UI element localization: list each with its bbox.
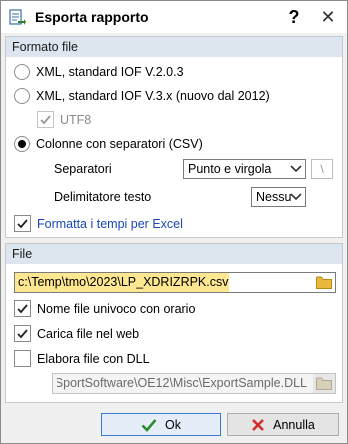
upload-web-checkbox-row[interactable]: Carica file nel web — [14, 325, 139, 342]
title-bar: Esporta rapporto ? ✕ — [1, 1, 347, 33]
utf8-checkbox-row: UTF8 — [37, 111, 91, 128]
radio-csv[interactable]: Colonne con separatori (CSV) — [14, 136, 203, 152]
check-icon — [17, 329, 28, 339]
utf8-label: UTF8 — [60, 112, 92, 127]
excel-times-checkbox-row[interactable]: Formatta i tempi per Excel — [14, 215, 183, 232]
upload-web-checkbox[interactable] — [14, 325, 31, 342]
text-delimiter-select[interactable]: Nessu — [251, 187, 306, 207]
chevron-down-icon — [287, 160, 305, 178]
ok-button[interactable]: Ok — [101, 413, 221, 436]
file-path-value: c:\Temp\tmo\2023\LP_XDRIZRPK.csv — [15, 273, 229, 292]
unique-name-label: Nome file univoco con orario — [37, 301, 196, 316]
separators-select[interactable]: Punto e virgola — [183, 159, 306, 179]
radio-xml-v2-label: XML, standard IOF V.2.0.3 — [36, 65, 184, 79]
file-path-input[interactable]: c:\Temp\tmo\2023\LP_XDRIZRPK.csv — [14, 272, 336, 293]
dll-path-text: )\SportSoftware\OE12\Misc\ExportSample.D… — [57, 376, 307, 390]
radio-xml-v3[interactable]: XML, standard IOF V.3.x (nuovo dal 2012) — [14, 88, 270, 104]
radio-xml-v3-label: XML, standard IOF V.3.x (nuovo dal 2012) — [36, 89, 270, 103]
unique-name-checkbox[interactable] — [14, 300, 31, 317]
unique-name-checkbox-row[interactable]: Nome file univoco con orario — [14, 300, 195, 317]
process-dll-checkbox-row[interactable]: Elabora file con DLL — [14, 350, 150, 367]
check-icon — [17, 304, 28, 314]
help-button[interactable]: ? — [280, 5, 308, 29]
custom-separator-input[interactable]: \ — [311, 159, 333, 179]
dll-path-value: )\SportSoftware\OE12\Misc\ExportSample.D… — [57, 374, 307, 393]
check-icon — [40, 115, 51, 125]
dll-path-input: )\SportSoftware\OE12\Misc\ExportSample.D… — [52, 373, 336, 394]
radio-csv-label: Colonne con separatori (CSV) — [36, 137, 203, 151]
ok-label: Ok — [165, 417, 181, 432]
radio-button[interactable] — [14, 88, 30, 104]
chevron-down-icon — [287, 188, 305, 206]
folder-icon — [313, 374, 335, 393]
radio-button[interactable] — [14, 64, 30, 80]
text-delimiter-label: Delimitatore testo — [54, 190, 152, 204]
upload-web-label: Carica file nel web — [37, 326, 140, 341]
check-icon — [17, 219, 28, 229]
radio-xml-v2[interactable]: XML, standard IOF V.2.0.3 — [14, 64, 184, 80]
cancel-label: Annulla — [273, 417, 315, 432]
report-icon — [9, 9, 26, 25]
utf8-checkbox — [37, 111, 54, 128]
excel-times-label: Formatta i tempi per Excel — [37, 216, 183, 231]
process-dll-label: Elabora file con DLL — [37, 351, 150, 366]
process-dll-checkbox[interactable] — [14, 350, 31, 367]
cancel-button[interactable]: Annulla — [227, 413, 339, 436]
dialog-title: Esporta rapporto — [35, 9, 149, 25]
close-icon — [252, 418, 265, 431]
folder-icon[interactable] — [313, 273, 335, 292]
close-button[interactable]: ✕ — [314, 5, 342, 29]
separators-value: Punto e virgola — [188, 162, 272, 176]
file-panel-header: File — [6, 244, 342, 264]
export-report-dialog: Esporta rapporto ? ✕ Formato file XML, s… — [0, 0, 348, 444]
format-panel-header: Formato file — [6, 37, 342, 57]
excel-times-checkbox[interactable] — [14, 215, 31, 232]
separators-label: Separatori — [54, 162, 112, 176]
check-icon — [141, 418, 157, 432]
radio-button[interactable] — [14, 136, 30, 152]
